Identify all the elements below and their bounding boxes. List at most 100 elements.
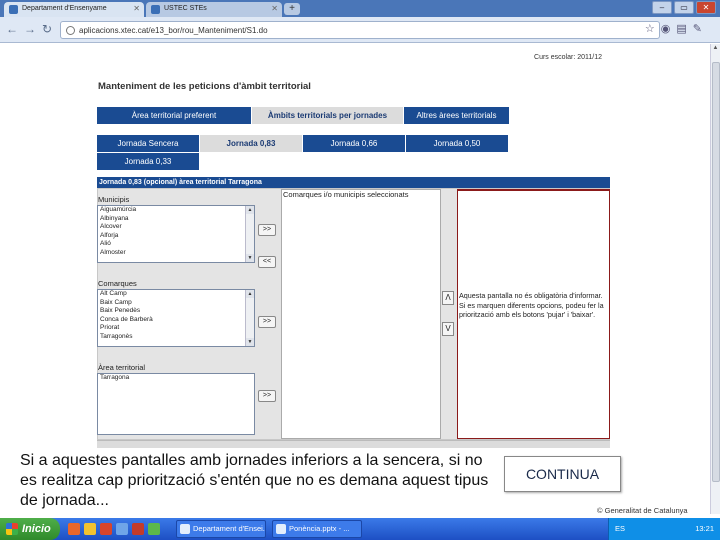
close-window-icon[interactable]: ✕ <box>696 1 716 14</box>
browser-tab-bar: Departament d'Ensenyame ✕ USTEC STEs ✕ +… <box>0 0 720 17</box>
globe-icon <box>66 26 75 35</box>
taskbar-item-browser[interactable]: Departament d'Ensei... <box>176 520 266 538</box>
minimize-icon[interactable]: – <box>652 1 672 14</box>
list-item[interactable]: Priorat <box>98 324 254 333</box>
forward-arrow-icon[interactable]: → <box>24 22 36 36</box>
list-item[interactable]: Baix Penedès <box>98 307 254 316</box>
scroll-up-icon[interactable]: ▲ <box>246 290 254 298</box>
windows-logo-icon <box>6 523 18 535</box>
remove-button[interactable]: << <box>258 256 276 268</box>
list-item[interactable]: Baix Camp <box>98 299 254 308</box>
task-label: Departament d'Ensei... <box>193 524 266 533</box>
municipis-list[interactable]: Aiguamúrcia Albinyana Alcover Alforja Al… <box>97 205 255 263</box>
windows-taskbar: Inicio Departament d'Ensei... Ponència.p… <box>0 518 720 540</box>
task-label: Ponència.pptx - ... <box>289 524 350 533</box>
move-up-button[interactable]: Λ <box>442 291 454 305</box>
window-controls: – ▭ ✕ <box>652 1 716 14</box>
selected-list[interactable] <box>281 189 441 439</box>
comarques-label: Comarques <box>98 279 137 288</box>
address-bar[interactable]: aplicacions.xtec.cat/e13_bor/rou_Manteni… <box>60 21 660 39</box>
area-territorial-label: Àrea territorial <box>98 363 146 372</box>
start-button[interactable]: Inicio <box>0 518 60 540</box>
list-scrollbar[interactable]: ▲ ▼ <box>245 290 254 346</box>
list-item[interactable]: Alió <box>98 240 254 249</box>
municipis-label: Municipis <box>98 195 130 204</box>
comarques-list[interactable]: Alt Camp Baix Camp Baix Penedès Conca de… <box>97 289 255 347</box>
area-territorial-list[interactable]: Tarragona <box>97 373 255 435</box>
scroll-up-icon[interactable]: ▲ <box>711 45 720 54</box>
continue-button[interactable]: CONTINUA <box>504 456 621 492</box>
list-item[interactable]: Albinyana <box>98 215 254 224</box>
page-menu-icon[interactable]: ▤ <box>676 22 686 35</box>
main-tabs: Àrea territorial preferent Àmbits territ… <box>97 107 510 124</box>
scroll-down-icon[interactable]: ▼ <box>246 254 254 262</box>
tab-jornada-sencera[interactable]: Jornada Sencera <box>97 135 200 152</box>
quicklaunch-ie-icon[interactable] <box>116 523 128 535</box>
tab-ambits-jornades[interactable]: Àmbits territorials per jornades <box>252 107 404 124</box>
quicklaunch-media-icon[interactable] <box>132 523 144 535</box>
browser-tab-ustec[interactable]: USTEC STEs ✕ <box>146 2 282 17</box>
tab-close-icon[interactable]: ✕ <box>133 4 140 13</box>
back-arrow-icon[interactable]: ← <box>6 22 18 36</box>
add-area-button[interactable]: >> <box>258 390 276 402</box>
browser-toolbar: ← → ↻ aplicacions.xtec.cat/e13_bor/rou_M… <box>0 17 720 43</box>
list-scrollbar[interactable]: ▲ ▼ <box>245 206 254 262</box>
page-favicon-icon <box>151 5 160 14</box>
quicklaunch-app-icon[interactable] <box>100 523 112 535</box>
quicklaunch-browser-icon[interactable] <box>68 523 80 535</box>
panel-footer <box>97 440 610 448</box>
help-text: Aquesta pantalla no és obligatòria d'inf… <box>459 291 604 319</box>
add-comarca-button[interactable]: >> <box>258 316 276 328</box>
start-label: Inicio <box>22 523 51 535</box>
tab-altres-arees[interactable]: Altres àrees territorials <box>404 107 510 124</box>
scroll-down-icon[interactable]: ▼ <box>246 338 254 346</box>
scroll-up-icon[interactable]: ▲ <box>246 206 254 214</box>
school-year: Curs escolar: 2011/12 <box>534 54 602 61</box>
selected-list-title: Comarques i/o municipis seleccionats <box>283 190 409 199</box>
list-item[interactable]: Almoster <box>98 249 254 258</box>
tab-close-icon[interactable]: ✕ <box>271 4 278 13</box>
list-item[interactable]: Alforja <box>98 232 254 241</box>
page-favicon-icon <box>9 5 18 14</box>
list-item[interactable]: Tarragona <box>98 374 254 383</box>
url-text: aplicacions.xtec.cat/e13_bor/rou_Manteni… <box>79 26 268 35</box>
wrench-icon[interactable]: ✎ <box>693 22 702 35</box>
extension-icon[interactable]: ◉ <box>661 22 671 35</box>
tab-jornada-050[interactable]: Jornada 0,50 <box>406 135 509 152</box>
toolbar-icons: ☆ ◉ ▤ ✎ <box>645 22 702 35</box>
star-icon[interactable]: ☆ <box>645 22 655 35</box>
maximize-icon[interactable]: ▭ <box>674 1 694 14</box>
page-title: Manteniment de les peticions d'àmbit ter… <box>98 81 311 92</box>
quicklaunch-folder-icon[interactable] <box>84 523 96 535</box>
footer-copyright: © Generalitat de Catalunya <box>597 506 688 515</box>
list-item[interactable]: Tarragonès <box>98 333 254 342</box>
scroll-thumb[interactable] <box>712 62 720 482</box>
tab-jornada-083[interactable]: Jornada 0,83 <box>200 135 303 152</box>
screen: Departament d'Ensenyame ✕ USTEC STEs ✕ +… <box>0 0 720 540</box>
tab-title: USTEC STEs <box>164 5 207 12</box>
list-item[interactable]: Alt Camp <box>98 290 254 299</box>
tab-jornada-033[interactable]: Jornada 0,33 <box>97 153 200 170</box>
tab-title: Departament d'Ensenyame <box>22 5 107 12</box>
slide-caption: Si a aquestes pantalles amb jornades inf… <box>20 452 489 509</box>
new-tab-button[interactable]: + <box>284 3 300 15</box>
page-scrollbar[interactable]: ▲ <box>710 44 720 514</box>
system-tray: ES 13:21 <box>608 518 720 540</box>
jornada-tabs-row1: Jornada Sencera Jornada 0,83 Jornada 0,6… <box>97 135 509 152</box>
language-indicator[interactable]: ES <box>615 524 625 533</box>
tab-area-preferent[interactable]: Àrea territorial preferent <box>97 107 252 124</box>
browser-tab-departament[interactable]: Departament d'Ensenyame ✕ <box>4 2 144 17</box>
list-item[interactable]: Alcover <box>98 223 254 232</box>
quicklaunch-chrome-icon[interactable] <box>148 523 160 535</box>
list-item[interactable]: Aiguamúrcia <box>98 206 254 215</box>
browser-icon <box>180 524 190 534</box>
move-down-button[interactable]: V <box>442 322 454 336</box>
add-municipi-button[interactable]: >> <box>258 224 276 236</box>
tab-jornada-066[interactable]: Jornada 0,66 <box>303 135 406 152</box>
section-title: Jornada 0,83 (opcional) àrea territorial… <box>97 177 610 188</box>
list-item[interactable]: Conca de Barberà <box>98 316 254 325</box>
powerpoint-icon <box>276 524 286 534</box>
taskbar-item-powerpoint[interactable]: Ponència.pptx - ... <box>272 520 362 538</box>
jornada-tabs-row2: Jornada 0,33 <box>97 153 200 170</box>
reload-icon[interactable]: ↻ <box>42 22 52 36</box>
